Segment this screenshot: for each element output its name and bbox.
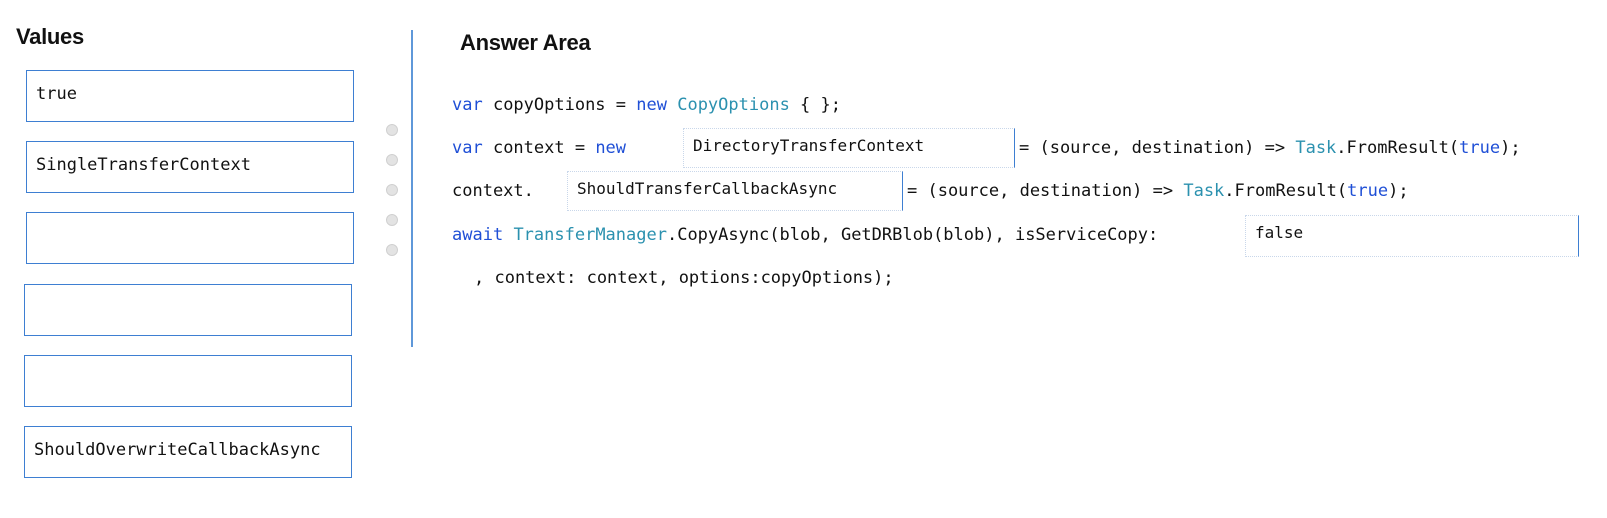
type-name: CopyOptions xyxy=(677,95,790,115)
code-text: { }; xyxy=(789,95,841,115)
code-text: context = xyxy=(482,138,596,158)
handle-dot xyxy=(386,124,398,136)
handle-dot xyxy=(386,154,398,166)
code-text: = (source, destination) => xyxy=(1019,138,1296,158)
code-text: copyOptions = xyxy=(482,95,637,115)
code-line-2b: = (source, destination) => Task.FromResu… xyxy=(1019,138,1521,158)
drop-target-service-copy[interactable]: false xyxy=(1245,215,1579,257)
drop-target-context-type[interactable]: DirectoryTransferContext xyxy=(683,128,1015,168)
code-text: , context: context, options:copyOptions)… xyxy=(474,268,894,288)
handle-dot xyxy=(386,184,398,196)
code-line-3b: = (source, destination) => Task.FromResu… xyxy=(907,181,1409,201)
keyword: var xyxy=(452,138,483,158)
value-item-empty-3[interactable] xyxy=(24,355,352,407)
code-text: .FromResult( xyxy=(1336,138,1460,158)
handle-dot xyxy=(386,244,398,256)
type-name: TransferManager xyxy=(513,225,667,245)
code-line-1: var copyOptions = new CopyOptions { }; xyxy=(452,95,841,115)
code-line-4: await TransferManager.CopyAsync(blob, Ge… xyxy=(452,225,1158,245)
handle-dot xyxy=(386,214,398,226)
value-item-single-transfer-context[interactable]: SingleTransferContext xyxy=(26,141,354,193)
code-text: ); xyxy=(1500,138,1521,158)
value-item-empty-1[interactable] xyxy=(26,212,354,264)
code-line-2a: var context = new xyxy=(452,138,626,158)
panel-divider xyxy=(411,30,413,347)
code-text: = (source, destination) => xyxy=(907,181,1184,201)
keyword: new xyxy=(595,138,627,158)
code-text: .CopyAsync(blob, GetDRBlob(blob), isServ… xyxy=(666,225,1159,245)
keyword: true xyxy=(1459,138,1501,158)
code-line-3a: context. xyxy=(452,181,534,201)
keyword: true xyxy=(1347,181,1389,201)
type-name: Task xyxy=(1183,181,1225,201)
code-text: .FromResult( xyxy=(1224,181,1348,201)
value-item-empty-2[interactable] xyxy=(24,284,352,336)
value-item-true[interactable]: true xyxy=(26,70,354,122)
type-name: Task xyxy=(1295,138,1337,158)
code-text: ); xyxy=(1388,181,1409,201)
answer-area-heading: Answer Area xyxy=(460,30,591,55)
code-text: context. xyxy=(452,181,534,201)
keyword: var xyxy=(452,95,483,115)
drop-target-callback[interactable]: ShouldTransferCallbackAsync xyxy=(567,171,903,211)
values-heading: Values xyxy=(16,24,84,49)
code-line-5: , context: context, options:copyOptions)… xyxy=(474,268,894,288)
keyword: await xyxy=(452,225,504,245)
keyword: new xyxy=(636,95,667,115)
value-item-should-overwrite-callback-async[interactable]: ShouldOverwriteCallbackAsync xyxy=(24,426,352,478)
